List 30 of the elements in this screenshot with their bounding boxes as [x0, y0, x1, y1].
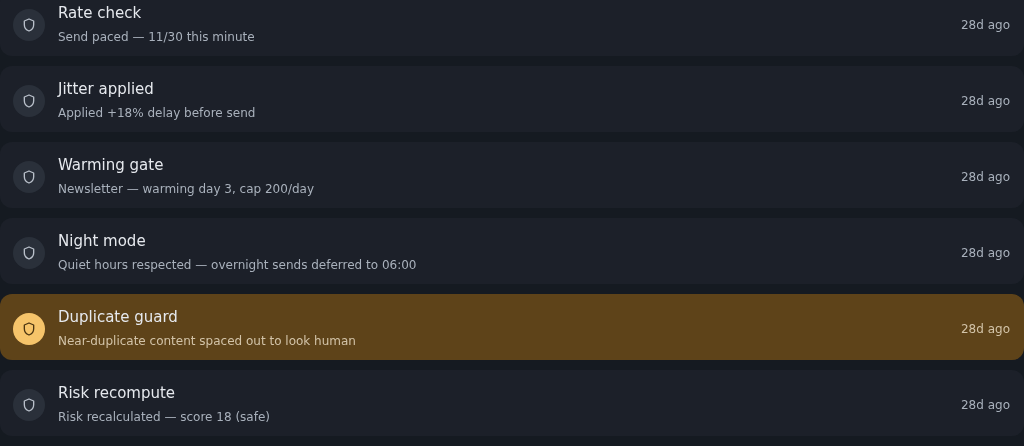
shield-icon	[13, 9, 45, 41]
shield-icon	[13, 389, 45, 421]
event-title: Night mode	[58, 231, 147, 252]
event-detail: Send paced — 11/30 this minute	[58, 29, 256, 46]
event-card[interactable]: Risk recompute Risk recalculated — score 18 (safe) 28d ago	[0, 370, 1024, 436]
event-card[interactable]: Duplicate guard Near-duplicate content spaced out to look human 28d ago	[0, 294, 1024, 360]
event-time: 28d ago	[961, 169, 1010, 186]
event-detail: Risk recalculated — score 18 (safe)	[58, 409, 271, 426]
event-card[interactable]: Warming gate Newsletter — warming day 3, cap 200/day 28d ago	[0, 142, 1024, 208]
event-title: Rate check	[58, 3, 143, 24]
event-detail: Newsletter — warming day 3, cap 200/day	[58, 181, 315, 198]
shield-icon	[13, 161, 45, 193]
event-detail: Near-duplicate content spaced out to look human	[58, 333, 357, 350]
event-title: Warming gate	[58, 155, 165, 176]
shield-icon	[13, 313, 45, 345]
event-card[interactable]: Jitter applied Applied +18% delay before send 28d ago	[0, 66, 1024, 132]
shield-icon	[13, 85, 45, 117]
event-time: 28d ago	[961, 245, 1010, 262]
event-title: Jitter applied	[58, 79, 155, 100]
event-card[interactable]: Rate check Send paced — 11/30 this minute 28d ago	[0, 0, 1024, 56]
shield-icon	[13, 237, 45, 269]
event-time: 28d ago	[961, 93, 1010, 110]
event-time: 28d ago	[961, 17, 1010, 34]
event-title: Duplicate guard	[58, 307, 179, 328]
event-title: Risk recompute	[58, 383, 177, 404]
event-card[interactable]: Night mode Quiet hours respected — overnight sends deferred to 06:00 28d ago	[0, 218, 1024, 284]
event-detail: Quiet hours respected — overnight sends deferred to 06:00	[58, 257, 418, 274]
event-detail: Applied +18% delay before send	[58, 105, 257, 122]
event-time: 28d ago	[961, 397, 1010, 414]
event-time: 28d ago	[961, 321, 1010, 338]
